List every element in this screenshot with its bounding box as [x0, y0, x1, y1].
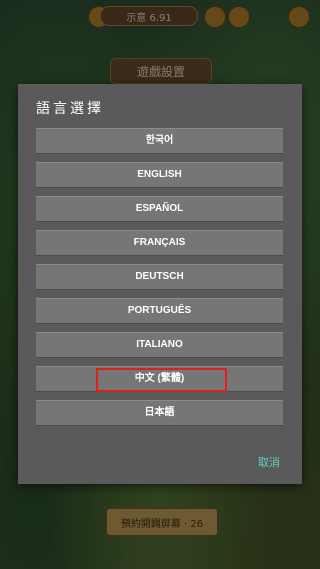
language-option-korean[interactable]: 한국어 — [36, 128, 283, 154]
dialog-title: 語言選擇 — [36, 101, 104, 117]
language-option-chinese-traditional[interactable]: 中文 (繁體) — [36, 366, 283, 392]
language-option-german[interactable]: DEUTSCH — [36, 264, 283, 290]
language-label: DEUTSCH — [135, 271, 184, 282]
language-label: ENGLISH — [137, 169, 182, 180]
language-label: FRANÇAIS — [133, 237, 186, 248]
language-option-english[interactable]: ENGLISH — [36, 162, 283, 188]
language-option-french[interactable]: FRANÇAIS — [36, 230, 283, 256]
language-label: ESPAÑOL — [135, 203, 184, 214]
language-dialog: 語言選擇 한국어 ENGLISH ESPAÑOL FRANÇAIS DEUTSC… — [18, 84, 302, 484]
language-label: 한국어 — [145, 135, 174, 146]
language-label: 中文 (繁體) — [134, 373, 185, 384]
language-option-italian[interactable]: ITALIANO — [36, 332, 283, 358]
language-option-japanese[interactable]: 日本語 — [36, 400, 283, 426]
language-option-spanish[interactable]: ESPAÑOL — [36, 196, 283, 222]
language-label: 日本語 — [144, 407, 175, 418]
language-list: 한국어 ENGLISH ESPAÑOL FRANÇAIS DEUTSCH POR… — [36, 128, 283, 434]
language-label: PORTUGUÊS — [127, 305, 192, 316]
language-option-portuguese[interactable]: PORTUGUÊS — [36, 298, 283, 324]
language-label: ITALIANO — [136, 339, 183, 350]
cancel-button[interactable]: 取消 — [258, 454, 280, 470]
